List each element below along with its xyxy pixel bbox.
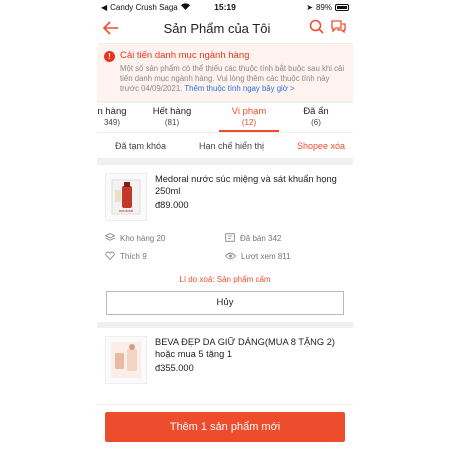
svg-text:medoral: medoral <box>119 208 134 213</box>
product-card: BEVA ĐẸP DA GIỮ DÁNG(MUA 8 TẶNG 2) hoặc … <box>97 328 353 404</box>
product-card: medoral Medoral nước súc miệng và sát kh… <box>97 165 353 322</box>
tab-count: (12) <box>241 118 257 127</box>
battery-icon <box>335 3 349 11</box>
heart-icon <box>105 251 115 262</box>
eye-icon <box>224 252 237 262</box>
search-icon[interactable] <box>309 19 324 39</box>
alert-body: Một số sản phẩm có thể thiếu các thuộc t… <box>120 64 346 94</box>
status-bar: ◀ Candy Crush Saga 15:19 ➤ 89% <box>97 0 353 14</box>
likes-stat: Thích 9 <box>105 251 225 262</box>
stock-stat: Kho hàng 20 <box>104 232 225 244</box>
tab-label: Hết hàng <box>152 106 192 117</box>
tab-label: n hàng <box>97 106 127 117</box>
views-value: Lượt xem 811 <box>241 252 291 261</box>
tab-in-stock[interactable]: n hàng 349) <box>97 103 127 132</box>
tab-label: Đã ẩn <box>303 106 329 117</box>
tab-count: (81) <box>164 118 180 127</box>
location-icon: ➤ <box>306 2 313 12</box>
alert-icon: ! <box>104 51 115 62</box>
tab-out-of-stock[interactable]: Hết hàng (81) <box>127 103 217 132</box>
sold-icon <box>225 233 235 244</box>
product-image[interactable]: medoral <box>105 173 147 221</box>
product-image[interactable] <box>105 336 147 384</box>
stack-icon <box>104 232 116 244</box>
tab-violation[interactable]: Vi phạm (12) <box>219 103 279 132</box>
tab-count: (6) <box>311 118 321 127</box>
sold-stat: Đã bán 342 <box>225 233 345 244</box>
add-attributes-link[interactable]: Thêm thuộc tính ngay bây giờ > <box>184 84 294 93</box>
page-title: Sản Phẩm của Tôi <box>163 21 271 36</box>
add-product-button[interactable]: Thêm 1 sản phẩm mới <box>105 412 345 442</box>
stock-value: Kho hàng 20 <box>120 234 166 243</box>
bottom-bar: Thêm 1 sản phẩm mới <box>97 405 353 449</box>
product-name: BEVA ĐẸP DA GIỮ DÁNG(MUA 8 TẶNG 2) hoặc … <box>155 337 335 359</box>
nav-header: Sản Phẩm của Tôi <box>97 14 353 44</box>
product-name: Medoral nước súc miệng và sát khuẩn họng… <box>155 174 337 196</box>
back-arrow-icon[interactable] <box>102 20 125 38</box>
likes-value: Thích 9 <box>120 252 147 261</box>
tab-label: Vi phạm <box>231 106 267 117</box>
subtab-locked[interactable]: Đã tạm khóa <box>115 141 166 151</box>
status-tabs: n hàng 349) Hết hàng (81) Vi phạm (12) Đ… <box>97 103 353 133</box>
violation-subtabs: Đã tạm khóa Hạn chế hiển thị Shopee xóa <box>97 133 353 159</box>
tab-hidden[interactable]: Đã ẩn (6) <box>279 103 353 132</box>
delete-reason: Lí do xoá: Sản phẩm cấm <box>179 275 271 284</box>
product-price: đ355.000 <box>155 363 194 373</box>
category-alert: ! Cải tiến danh mục ngành hàng Một số sả… <box>97 44 353 101</box>
tab-count: 349) <box>103 118 120 127</box>
phone-screen: ◀ Candy Crush Saga 15:19 ➤ 89% Sản Phẩm … <box>97 0 353 449</box>
subtab-shopee-deleted[interactable]: Shopee xóa <box>297 141 345 151</box>
carrier-label: Candy Crush Saga <box>110 2 178 12</box>
chat-icon[interactable] <box>330 19 347 39</box>
product-stats: Kho hàng 20 Đã bán 342 Thích 9 Lượt xem … <box>104 232 345 262</box>
product-price: đ89.000 <box>155 200 189 210</box>
back-app-icon[interactable]: ◀ <box>101 3 107 12</box>
subtab-restricted[interactable]: Hạn chế hiển thị <box>199 141 264 151</box>
sold-value: Đã bán 342 <box>240 234 282 243</box>
battery-percent: 89% <box>315 2 332 12</box>
alert-title: Cải tiến danh mục ngành hàng <box>120 50 250 61</box>
cancel-button[interactable]: Hủy <box>106 291 344 315</box>
wifi-icon <box>180 2 190 12</box>
views-stat: Lượt xem 811 <box>224 251 345 262</box>
clock: 15:19 <box>214 2 236 12</box>
